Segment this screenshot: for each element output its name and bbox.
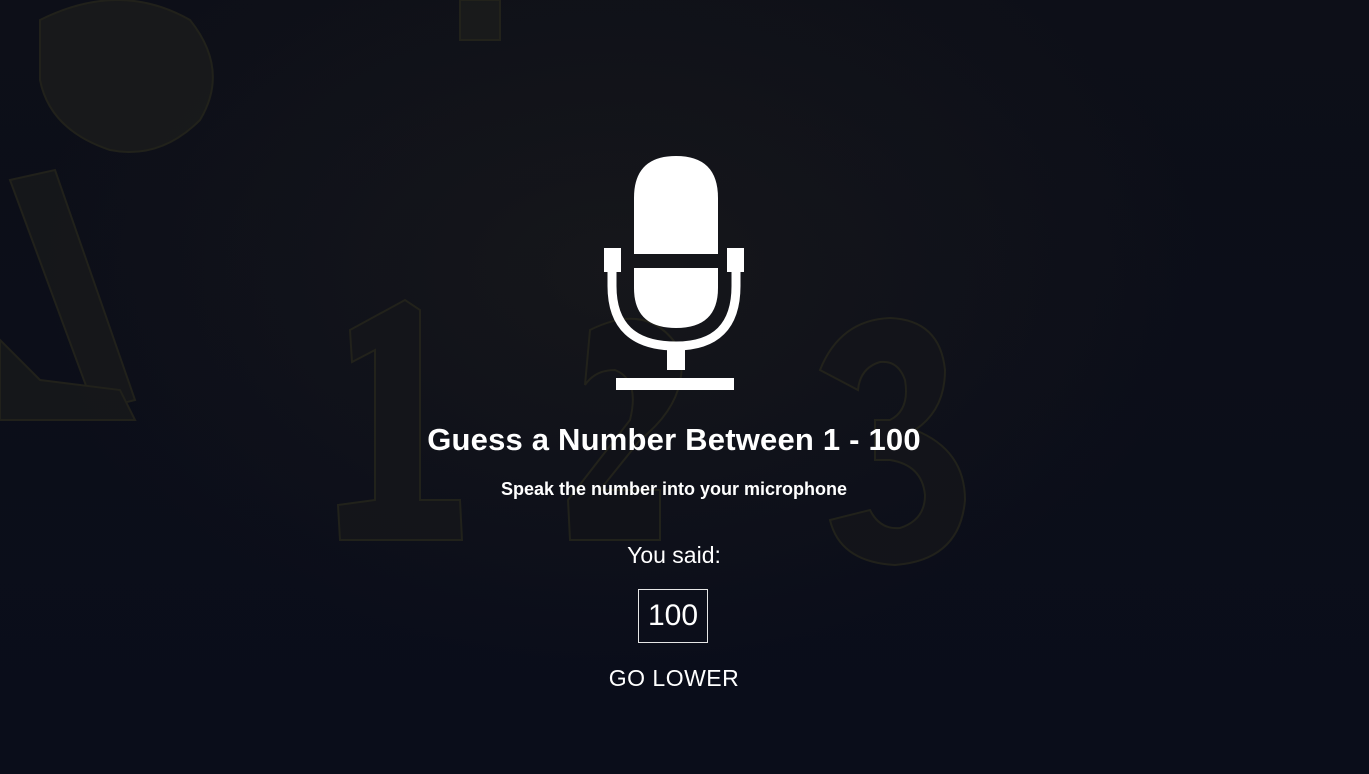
microphone-icon [604,156,744,392]
page-title: Guess a Number Between 1 - 100 [427,422,921,457]
hint-message: GO LOWER [608,665,740,691]
game-container: Guess a Number Between 1 - 100 Speak the… [0,0,1369,774]
instructions-text: Speak the number into your microphone [500,479,848,499]
last-guess-display: 100 [638,589,708,643]
you-said-label: You said: [627,542,721,568]
